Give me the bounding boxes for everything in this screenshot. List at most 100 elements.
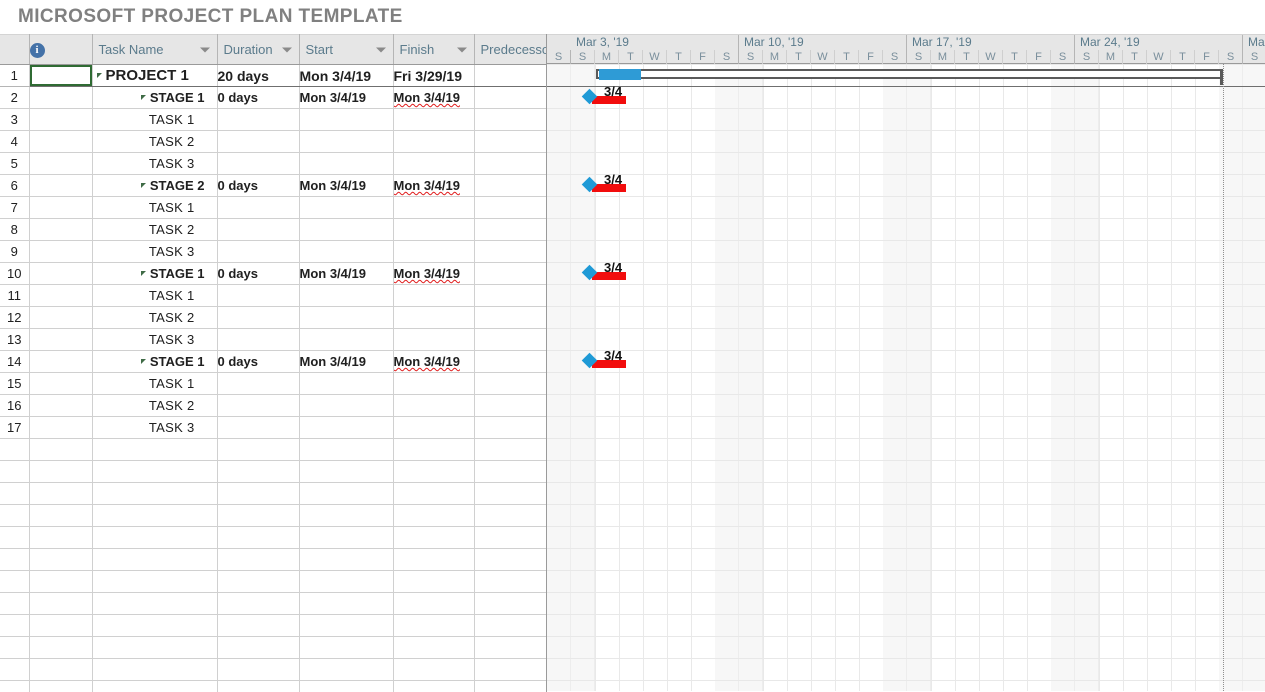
table-row[interactable]: 11 TASK 1: [0, 284, 546, 307]
info-cell[interactable]: [29, 504, 93, 527]
row-number-cell[interactable]: [0, 526, 30, 549]
task-name-cell[interactable]: [92, 636, 218, 659]
row-number-cell[interactable]: 12: [0, 306, 30, 329]
task-start-cell[interactable]: [299, 548, 394, 571]
table-row[interactable]: [0, 614, 546, 637]
task-start-cell[interactable]: [299, 438, 394, 461]
task-predecessor-cell[interactable]: [474, 174, 546, 197]
task-duration-cell[interactable]: [217, 328, 300, 351]
info-cell[interactable]: [29, 218, 93, 241]
row-number-cell[interactable]: [0, 636, 30, 659]
task-finish-cell[interactable]: [393, 284, 475, 307]
row-number-cell[interactable]: 7: [0, 196, 30, 219]
row-number-cell[interactable]: 6: [0, 174, 30, 197]
task-predecessor-cell[interactable]: [474, 240, 546, 263]
info-cell[interactable]: [29, 306, 93, 329]
gantt-progress-segment[interactable]: [599, 69, 641, 80]
row-number-cell[interactable]: [0, 658, 30, 681]
task-predecessor-cell[interactable]: [474, 592, 546, 615]
task-finish-cell[interactable]: Mon 3/4/19: [393, 86, 475, 109]
column-header-predecessor[interactable]: Predecessor: [474, 34, 546, 65]
task-duration-cell[interactable]: [217, 372, 300, 395]
table-row[interactable]: 6 STAGE 2 0 days Mon 3/4/19 Mon 3/4/19: [0, 174, 546, 197]
info-cell[interactable]: [29, 416, 93, 439]
info-cell[interactable]: [29, 350, 93, 373]
task-start-cell[interactable]: [299, 680, 394, 692]
task-name-cell[interactable]: TASK 1: [92, 108, 218, 131]
task-name-cell[interactable]: TASK 2: [92, 218, 218, 241]
task-predecessor-cell[interactable]: [474, 460, 546, 483]
task-finish-cell[interactable]: [393, 416, 475, 439]
task-duration-cell[interactable]: [217, 570, 300, 593]
task-start-cell[interactable]: [299, 526, 394, 549]
task-predecessor-cell[interactable]: [474, 570, 546, 593]
task-duration-cell[interactable]: [217, 284, 300, 307]
task-start-cell[interactable]: [299, 416, 394, 439]
task-predecessor-cell[interactable]: [474, 636, 546, 659]
task-predecessor-cell[interactable]: [474, 152, 546, 175]
row-number-cell[interactable]: [0, 504, 30, 527]
row-number-cell[interactable]: 5: [0, 152, 30, 175]
task-duration-cell[interactable]: [217, 196, 300, 219]
task-finish-cell[interactable]: [393, 658, 475, 681]
task-predecessor-cell[interactable]: [474, 108, 546, 131]
task-predecessor-cell[interactable]: [474, 86, 546, 109]
task-duration-cell[interactable]: 0 days: [217, 350, 300, 373]
task-finish-cell[interactable]: [393, 526, 475, 549]
info-cell[interactable]: [29, 130, 93, 153]
collapse-triangle-icon[interactable]: [140, 183, 146, 188]
task-start-cell[interactable]: [299, 394, 394, 417]
task-duration-cell[interactable]: 20 days: [217, 64, 300, 87]
row-number-cell[interactable]: 11: [0, 284, 30, 307]
table-row[interactable]: 4 TASK 2: [0, 130, 546, 153]
task-duration-cell[interactable]: [217, 680, 300, 692]
task-predecessor-cell[interactable]: [474, 548, 546, 571]
task-finish-cell[interactable]: [393, 438, 475, 461]
table-row[interactable]: [0, 438, 546, 461]
task-start-cell[interactable]: [299, 240, 394, 263]
task-name-cell[interactable]: TASK 3: [92, 416, 218, 439]
task-finish-cell[interactable]: [393, 152, 475, 175]
task-name-cell[interactable]: TASK 3: [92, 152, 218, 175]
task-predecessor-cell[interactable]: [474, 658, 546, 681]
info-cell[interactable]: [29, 658, 93, 681]
task-name-cell[interactable]: STAGE 1: [92, 350, 218, 373]
row-number-cell[interactable]: 2: [0, 86, 30, 109]
task-finish-cell[interactable]: [393, 108, 475, 131]
task-finish-cell[interactable]: [393, 548, 475, 571]
row-number-cell[interactable]: 17: [0, 416, 30, 439]
task-name-cell[interactable]: [92, 460, 218, 483]
task-duration-cell[interactable]: 0 days: [217, 86, 300, 109]
info-cell[interactable]: [29, 614, 93, 637]
task-predecessor-cell[interactable]: [474, 306, 546, 329]
row-number-cell[interactable]: 13: [0, 328, 30, 351]
column-header-info[interactable]: i: [29, 34, 93, 65]
info-cell[interactable]: [29, 460, 93, 483]
task-duration-cell[interactable]: [217, 548, 300, 571]
info-cell[interactable]: [29, 394, 93, 417]
chevron-down-icon[interactable]: [456, 47, 467, 52]
task-start-cell[interactable]: [299, 592, 394, 615]
task-start-cell[interactable]: [299, 152, 394, 175]
info-cell[interactable]: [29, 108, 93, 131]
info-cell[interactable]: [29, 240, 93, 263]
info-cell[interactable]: [29, 438, 93, 461]
info-cell[interactable]: [29, 284, 93, 307]
table-row[interactable]: [0, 460, 546, 483]
gantt-chart-pane[interactable]: S Mar 3, '19 S M T W T F S Mar 10, '19 S M T W T F S Mar …: [546, 34, 1265, 692]
task-start-cell[interactable]: [299, 614, 394, 637]
task-finish-cell[interactable]: [393, 636, 475, 659]
row-number-cell[interactable]: 3: [0, 108, 30, 131]
collapse-triangle-icon[interactable]: [140, 271, 146, 276]
info-cell[interactable]: [29, 152, 93, 175]
info-cell[interactable]: [29, 680, 93, 692]
row-number-cell[interactable]: [0, 438, 30, 461]
task-finish-cell[interactable]: [393, 328, 475, 351]
task-start-cell[interactable]: Mon 3/4/19: [299, 64, 394, 87]
selected-cell[interactable]: [29, 64, 93, 87]
info-cell[interactable]: [29, 262, 93, 285]
row-number-cell[interactable]: [0, 460, 30, 483]
task-name-cell[interactable]: TASK 2: [92, 306, 218, 329]
table-row[interactable]: [0, 592, 546, 615]
task-start-cell[interactable]: [299, 570, 394, 593]
